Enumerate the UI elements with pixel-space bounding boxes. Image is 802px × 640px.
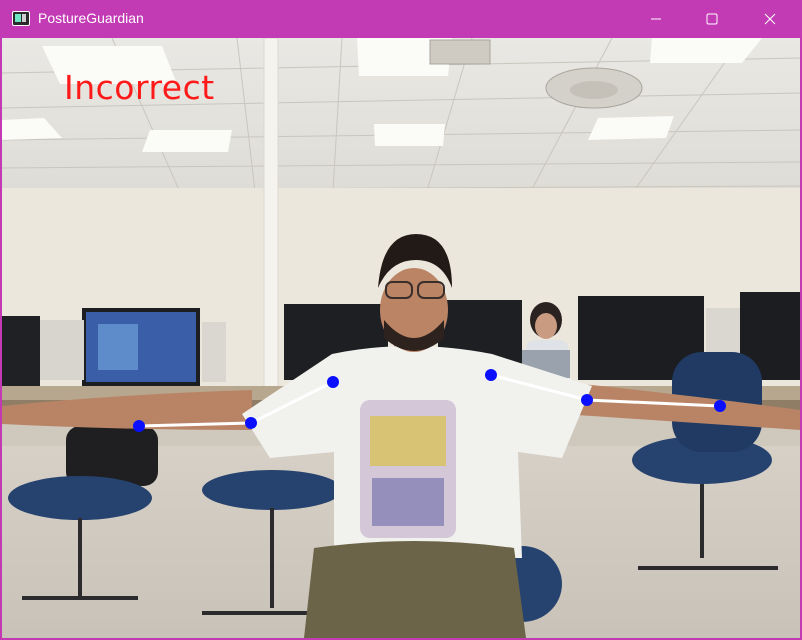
pillar: [263, 38, 279, 399]
camera-feed: Incorrect: [2, 38, 800, 638]
ceiling-vent: [429, 39, 491, 65]
maximize-button[interactable]: [683, 0, 741, 38]
minimize-icon: [651, 18, 661, 20]
keypoint-right-shoulder: [485, 369, 497, 381]
posture-status-label: Incorrect: [64, 68, 215, 107]
keypoint-right-elbow: [581, 394, 593, 406]
keypoint-left-elbow: [245, 417, 257, 429]
maximize-icon: [706, 13, 718, 25]
camera-frame: [2, 38, 800, 638]
keypoint-left-wrist: [133, 420, 145, 432]
minimize-button[interactable]: [627, 0, 685, 38]
title-bar[interactable]: PostureGuardian: [0, 0, 802, 38]
keypoint-right-wrist: [714, 400, 726, 412]
keypoint-left-shoulder: [327, 376, 339, 388]
app-window: PostureGuardian Incorrect: [0, 0, 802, 640]
close-button[interactable]: [741, 0, 799, 38]
app-window-icon: [12, 11, 30, 26]
window-title: PostureGuardian: [38, 10, 144, 26]
close-icon: [764, 13, 776, 25]
